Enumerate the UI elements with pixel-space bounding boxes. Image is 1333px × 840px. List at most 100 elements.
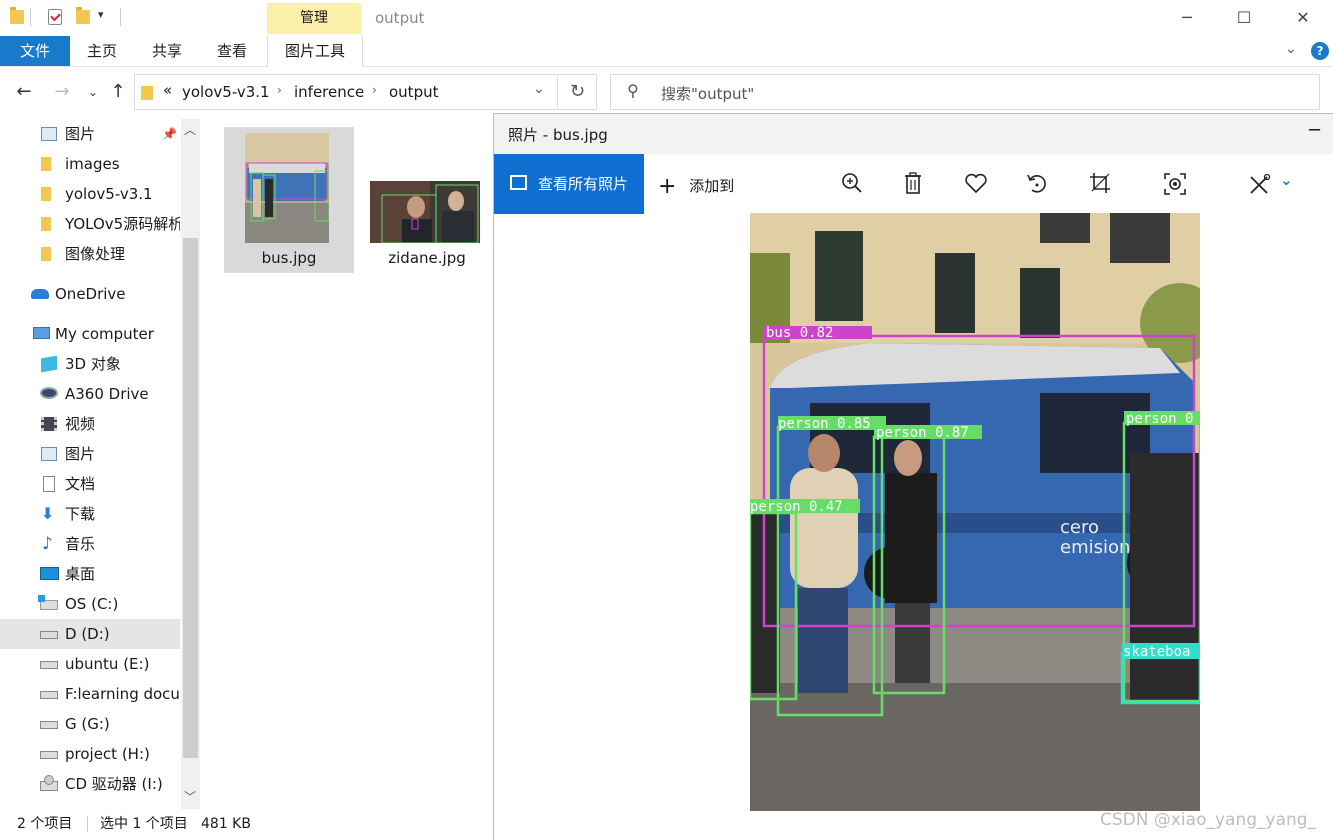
nav-item-label: OneDrive — [55, 285, 126, 303]
close-button[interactable]: ✕ — [1289, 6, 1317, 30]
nav-item-cd-drive[interactable]: CD 驱动器 (I:) — [0, 769, 180, 799]
breadcrumb-inference[interactable]: inference — [294, 83, 364, 101]
nav-item-downloads[interactable]: ⬇ 下载 — [0, 499, 180, 529]
refresh-icon[interactable]: ↻ — [570, 81, 585, 102]
breadcrumb-output[interactable]: output — [389, 83, 438, 101]
cloud-icon — [31, 289, 49, 299]
divider — [30, 8, 31, 26]
disc-icon — [44, 775, 54, 785]
enhance-icon[interactable] — [1164, 173, 1186, 195]
document-icon — [43, 476, 55, 492]
scroll-up-icon[interactable]: ︿ — [184, 121, 196, 138]
nav-item-yolov5[interactable]: yolov5-v3.1 — [0, 179, 180, 209]
add-to-button[interactable]: + 添加到 — [658, 172, 735, 199]
search-icon: ⚲ — [627, 81, 639, 100]
see-all-photos-button[interactable]: 查看所有照片 — [494, 154, 644, 214]
address-bar[interactable]: « yolov5-v3.1 › inference › output ⌄ ↻ — [134, 74, 597, 110]
file-item-zidane[interactable]: zidane.jpg — [362, 127, 492, 273]
pictures-icon — [41, 127, 57, 141]
minimize-button[interactable]: ─ — [1173, 6, 1201, 30]
tab-picture-tools[interactable]: 图片工具 — [267, 36, 363, 67]
delete-icon[interactable] — [903, 172, 923, 194]
tab-share[interactable]: 共享 — [143, 36, 191, 66]
divider — [120, 8, 121, 26]
nav-item-yolov5-source[interactable]: YOLOv5源码解析 — [0, 209, 180, 239]
up-icon[interactable]: ↑ — [107, 80, 129, 104]
nav-item-label: A360 Drive — [65, 385, 149, 403]
nav-item-videos[interactable]: 视频 — [0, 409, 180, 439]
nav-item-a360[interactable]: A360 Drive — [0, 379, 180, 409]
download-icon: ⬇ — [41, 504, 55, 523]
manage-tab[interactable]: 管理 — [267, 3, 361, 34]
file-item-bus[interactable]: bus.jpg — [224, 127, 354, 273]
folder-icon — [141, 86, 153, 100]
nav-item-music[interactable]: ♪ 音乐 — [0, 529, 180, 559]
nav-item-drive-e[interactable]: ubuntu (E:) — [0, 649, 180, 679]
nav-item-desktop[interactable]: 桌面 — [0, 559, 180, 589]
see-all-label: 查看所有照片 — [538, 175, 629, 193]
nav-item-drive-d[interactable]: D (D:) — [0, 619, 180, 649]
maximize-button[interactable]: ☐ — [1230, 6, 1258, 30]
watermark: CSDN @xiao_yang_yang_ — [1100, 810, 1317, 830]
folder-icon[interactable] — [10, 7, 24, 24]
photos-window: 照片 - bus.jpg ─ 查看所有照片 + 添加到 ⌄ cero emisi… — [493, 113, 1333, 840]
nav-item-images[interactable]: images — [0, 149, 180, 179]
nav-item-3d-objects[interactable]: 3D 对象 — [0, 349, 180, 379]
nav-item-label: 视频 — [65, 415, 96, 433]
drive-icon — [40, 751, 58, 759]
forward-icon[interactable]: → — [51, 80, 73, 104]
drive-icon — [40, 661, 58, 669]
detection-label: person 0.87 — [876, 425, 969, 441]
nav-item-drive-c[interactable]: OS (C:) — [0, 589, 180, 619]
nav-item-label: images — [65, 155, 120, 173]
crop-icon[interactable] — [1089, 172, 1111, 194]
nav-item-my-computer[interactable]: My computer — [0, 319, 180, 349]
nav-item-label: F:learning documents — [65, 685, 180, 703]
nav-item-image-processing[interactable]: 图像处理 — [0, 239, 180, 269]
breadcrumb-overflow[interactable]: « — [163, 81, 172, 99]
add-to-label: 添加到 — [689, 177, 735, 195]
help-icon[interactable]: ? — [1311, 42, 1329, 60]
nav-item-drive-g[interactable]: G (G:) — [0, 709, 180, 739]
nav-item-pictures[interactable]: 图片 — [0, 439, 180, 469]
windows-logo-icon — [38, 595, 45, 602]
zoom-in-icon[interactable] — [841, 172, 863, 194]
more-edit-chevron-icon[interactable]: ⌄ — [1280, 171, 1293, 189]
nav-item-label: 下载 — [65, 505, 96, 523]
scroll-down-icon[interactable]: ﹀ — [184, 788, 196, 805]
breadcrumb-separator-icon[interactable]: › — [372, 83, 377, 97]
properties-icon[interactable] — [48, 9, 62, 25]
nav-item-documents[interactable]: 文档 — [0, 469, 180, 499]
nav-scrollbar-thumb[interactable] — [183, 238, 198, 758]
nav-item-pictures-pinned[interactable]: 图片 📌 — [0, 119, 180, 149]
new-folder-icon[interactable] — [76, 7, 90, 24]
nav-item-drive-h[interactable]: project (H:) — [0, 739, 180, 769]
search-input[interactable]: 搜索"output" — [661, 83, 754, 104]
tab-home[interactable]: 主页 — [78, 36, 126, 66]
photos-minimize-button[interactable]: ─ — [1309, 120, 1320, 141]
recent-locations-icon[interactable]: ⌄ — [82, 80, 104, 104]
search-box[interactable]: ⚲ 搜索"output" — [610, 74, 1320, 110]
tab-view[interactable]: 查看 — [208, 36, 256, 66]
detection-label: person 0 — [1126, 411, 1193, 427]
quick-access-dropdown-icon[interactable]: ▾ — [98, 8, 104, 21]
breadcrumb-yolov5[interactable]: yolov5-v3.1 — [182, 83, 270, 101]
nav-item-drive-f[interactable]: F:learning documents — [0, 679, 180, 709]
nav-item-label: G (G:) — [65, 715, 110, 733]
nav-item-label: D (D:) — [65, 625, 110, 643]
nav-item-label: yolov5-v3.1 — [65, 185, 153, 203]
edit-icon[interactable] — [1249, 173, 1271, 195]
pin-icon[interactable]: 📌 — [162, 119, 177, 149]
ribbon-expand-icon[interactable]: ⌄ — [1285, 41, 1297, 57]
breadcrumb-separator-icon[interactable]: › — [277, 83, 282, 97]
title-bar: ▾ 管理 output ─ ☐ ✕ — [0, 0, 1333, 36]
back-icon[interactable]: ← — [13, 80, 35, 104]
photo-view[interactable]: cero emisiones bus 0.82 person 0.85 pers… — [750, 213, 1200, 811]
favorite-icon[interactable] — [964, 173, 988, 193]
ribbon-bar — [0, 36, 1333, 67]
nav-item-onedrive[interactable]: OneDrive — [0, 279, 180, 309]
rotate-icon[interactable] — [1026, 172, 1048, 196]
address-dropdown-icon[interactable]: ⌄ — [533, 81, 545, 97]
tab-file[interactable]: 文件 — [0, 36, 70, 66]
svg-text:cero: cero — [1060, 517, 1099, 538]
